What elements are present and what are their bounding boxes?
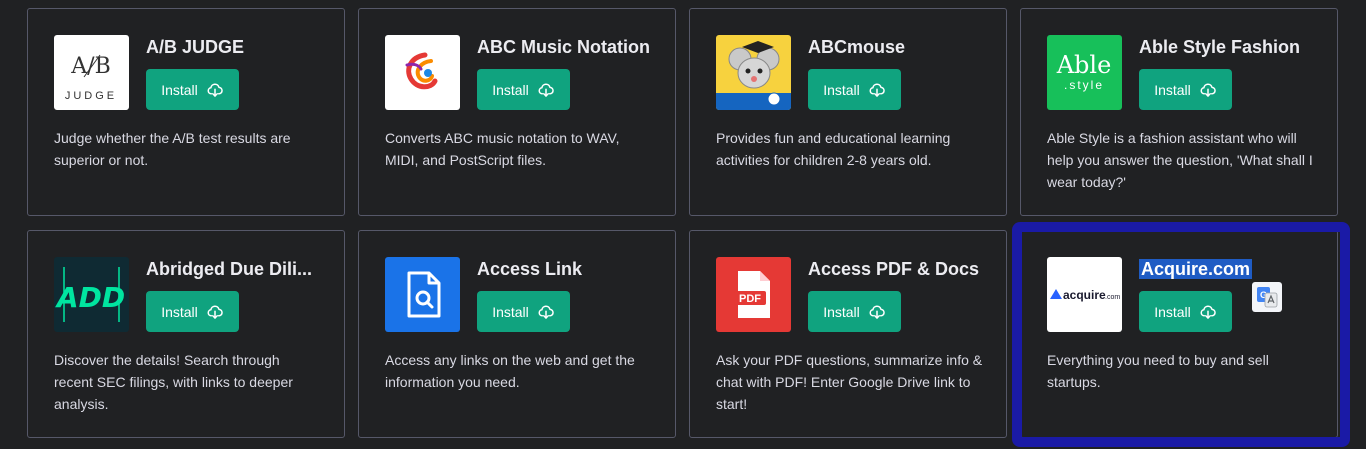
plugin-card-abcmouse[interactable]: ABCmouse Install Provides fun and educat…	[689, 8, 1007, 216]
plugin-description: Able Style is a fashion assistant who wi…	[1047, 130, 1313, 190]
able-style-logo: Able .style	[1047, 35, 1122, 110]
plugin-name: ABC Music Notation	[477, 37, 650, 57]
plugin-description: Ask your PDF questions, summarize info &…	[716, 352, 983, 412]
install-label: Install	[492, 303, 529, 320]
plugin-card-abc-music-notation[interactable]: ABC Music Notation Install Converts ABC …	[358, 8, 676, 216]
install-label: Install	[823, 81, 860, 98]
cloud-download-icon	[538, 83, 554, 97]
plugin-name: A/B JUDGE	[146, 37, 245, 57]
add-logo: ADD	[54, 257, 129, 332]
install-button[interactable]: Install	[477, 69, 570, 110]
cloud-download-icon	[1200, 83, 1216, 97]
plugin-name: Access PDF & Docs	[808, 259, 980, 279]
install-label: Install	[161, 303, 198, 320]
svg-text:PDF: PDF	[739, 293, 761, 305]
abc-music-swirl-logo	[385, 35, 460, 110]
install-button[interactable]: Install	[1139, 69, 1232, 110]
svg-text:A/B: A/B	[70, 54, 110, 79]
google-translate-icon[interactable]: G	[1252, 282, 1282, 312]
cloud-download-icon	[538, 305, 554, 319]
plugin-description: Provides fun and educational learning ac…	[716, 130, 951, 168]
svg-text:.style: .style	[1064, 78, 1104, 92]
install-button[interactable]: Install	[146, 69, 239, 110]
install-button[interactable]: Install	[477, 291, 570, 332]
plugin-card-access-pdf-docs[interactable]: PDF Access PDF & Docs Install Ask your P…	[689, 230, 1007, 438]
install-label: Install	[1154, 81, 1191, 98]
plugin-name: ABCmouse	[808, 37, 906, 57]
cloud-download-icon	[869, 305, 885, 319]
selection-highlight-frame	[1012, 222, 1350, 447]
plugin-name: Abridged Due Dili...	[146, 259, 313, 279]
plugin-card-access-link[interactable]: Access Link Install Access any links on …	[358, 230, 676, 438]
svg-text:ADD: ADD	[55, 281, 125, 314]
plugin-description: Converts ABC music notation to WAV, MIDI…	[385, 130, 620, 168]
plugin-card-ab-judge[interactable]: A/B JUDGE A/B JUDGE Install Judge whethe…	[27, 8, 345, 216]
plugin-description: Discover the details! Search through rec…	[54, 352, 293, 412]
plugin-card-abridged-due-diligence[interactable]: ADD Abridged Due Dili... Install Discove…	[27, 230, 345, 438]
install-button[interactable]: Install	[146, 291, 239, 332]
plugin-description: Access any links on the web and get the …	[385, 352, 635, 390]
plugin-name: Access Link	[477, 259, 583, 279]
svg-text:Able: Able	[1056, 51, 1112, 79]
cloud-download-icon	[207, 305, 223, 319]
cloud-download-icon	[207, 83, 223, 97]
install-label: Install	[492, 81, 529, 98]
cloud-download-icon	[869, 83, 885, 97]
install-button[interactable]: Install	[808, 291, 901, 332]
ab-judge-logo: A/B JUDGE	[54, 35, 129, 110]
install-label: Install	[823, 303, 860, 320]
plugin-card-able-style-fashion[interactable]: Able .style Able Style Fashion Install A…	[1020, 8, 1338, 216]
install-button[interactable]: Install	[808, 69, 901, 110]
document-search-icon	[385, 257, 460, 332]
pdf-file-icon: PDF	[716, 257, 791, 332]
plugin-name: Able Style Fashion	[1139, 37, 1301, 57]
plugin-description: Judge whether the A/B test results are s…	[54, 130, 291, 168]
install-label: Install	[161, 81, 198, 98]
svg-text:JUDGE: JUDGE	[65, 90, 117, 102]
abcmouse-mouse-logo	[716, 35, 791, 110]
